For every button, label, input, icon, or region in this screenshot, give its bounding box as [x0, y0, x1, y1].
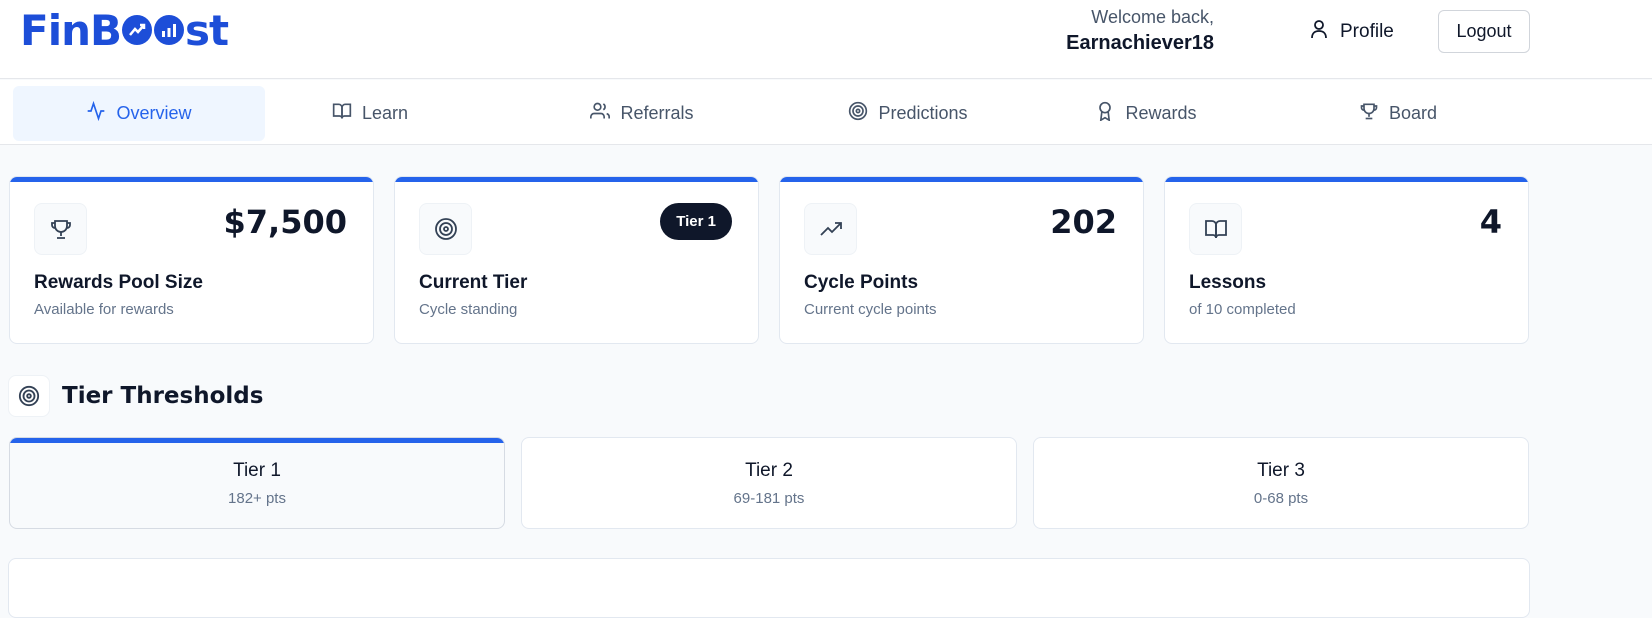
profile-label: Profile — [1340, 21, 1394, 42]
stat-card-current-tier: Tier 1 Current Tier Cycle standing — [394, 176, 759, 344]
stat-card-rewards-pool: $7,500 Rewards Pool Size Available for r… — [9, 176, 374, 344]
tier-card-3: Tier 3 0-68 pts — [1033, 437, 1529, 529]
profile-button[interactable]: Profile — [1310, 14, 1394, 50]
stat-title: Current Tier — [419, 272, 528, 293]
tier-points: 182+ pts — [228, 490, 286, 507]
tier-card-2: Tier 2 69-181 pts — [521, 437, 1017, 529]
logo-text-end: st — [185, 5, 229, 55]
target-icon — [8, 375, 50, 417]
tab-rewards[interactable]: Rewards — [1020, 86, 1272, 141]
target-icon — [848, 101, 868, 126]
stat-subtitle: Current cycle points — [804, 301, 937, 318]
section-title: Tier Thresholds — [62, 383, 264, 409]
activity-icon — [86, 100, 106, 126]
tab-label: Referrals — [620, 103, 694, 123]
award-icon — [1095, 101, 1115, 126]
book-icon — [1189, 203, 1242, 255]
nav-tabs: Overview Learn Referrals Predictions Rew… — [0, 80, 1652, 145]
target-icon — [419, 203, 472, 255]
stat-title: Rewards Pool Size — [34, 272, 203, 293]
stat-title: Cycle Points — [804, 272, 919, 293]
tab-label: Rewards — [1125, 103, 1197, 123]
card-accent-bar — [780, 177, 1143, 182]
logo-text-start: FinB — [20, 5, 122, 55]
stat-value: 202 — [1050, 203, 1117, 241]
tab-label: Predictions — [878, 103, 968, 123]
tab-board[interactable]: Board — [1272, 86, 1524, 141]
trophy-icon — [34, 203, 87, 255]
card-accent-bar — [10, 177, 373, 182]
tier-name: Tier 2 — [745, 460, 793, 481]
card-accent-bar — [10, 438, 504, 443]
trending-up-icon — [804, 203, 857, 255]
tier-name: Tier 1 — [233, 460, 281, 481]
welcome-text: Welcome back, — [1091, 7, 1214, 27]
stat-subtitle: of 10 completed — [1189, 301, 1296, 318]
tier-thresholds-header: Tier Thresholds — [8, 375, 263, 417]
stat-title: Lessons — [1189, 272, 1267, 293]
stat-card-lessons: 4 Lessons of 10 completed — [1164, 176, 1529, 344]
trophy-icon — [1359, 101, 1379, 126]
card-accent-bar — [395, 177, 758, 182]
tab-label: Board — [1388, 103, 1438, 123]
tab-label: Learn — [361, 103, 409, 123]
logout-button[interactable]: Logout — [1438, 10, 1530, 53]
logo-chart-icon — [122, 15, 152, 45]
tab-learn[interactable]: Learn — [244, 86, 496, 141]
stat-subtitle: Available for rewards — [34, 301, 174, 318]
book-icon — [332, 101, 352, 126]
tier-name: Tier 3 — [1257, 460, 1305, 481]
user-icon — [1310, 19, 1328, 45]
tab-predictions[interactable]: Predictions — [782, 86, 1034, 141]
tab-overview[interactable]: Overview — [13, 86, 265, 141]
stat-subtitle: Cycle standing — [419, 301, 518, 318]
finboost-logo[interactable]: FinB st — [20, 5, 229, 55]
content-panel — [8, 558, 1530, 618]
top-header: FinB st Welcome back, Earnachiever18 Pro… — [0, 0, 1652, 79]
tier-points: 0-68 pts — [1253, 490, 1309, 507]
welcome-block: Welcome back, Earnachiever18 — [1066, 6, 1214, 58]
logo-chart-icon — [154, 15, 184, 45]
tab-referrals[interactable]: Referrals — [516, 86, 768, 141]
tier-points: 69-181 pts — [733, 490, 805, 507]
users-icon — [590, 101, 611, 126]
card-accent-bar — [1165, 177, 1528, 182]
username: Earnachiever18 — [1066, 32, 1214, 54]
stat-card-cycle-points: 202 Cycle Points Current cycle points — [779, 176, 1144, 344]
stat-value: $7,500 — [223, 203, 347, 241]
tier-card-1: Tier 1 182+ pts — [9, 437, 505, 529]
tier-badge: Tier 1 — [660, 203, 732, 240]
tab-label: Overview — [116, 103, 192, 123]
stat-value: 4 — [1479, 203, 1502, 241]
